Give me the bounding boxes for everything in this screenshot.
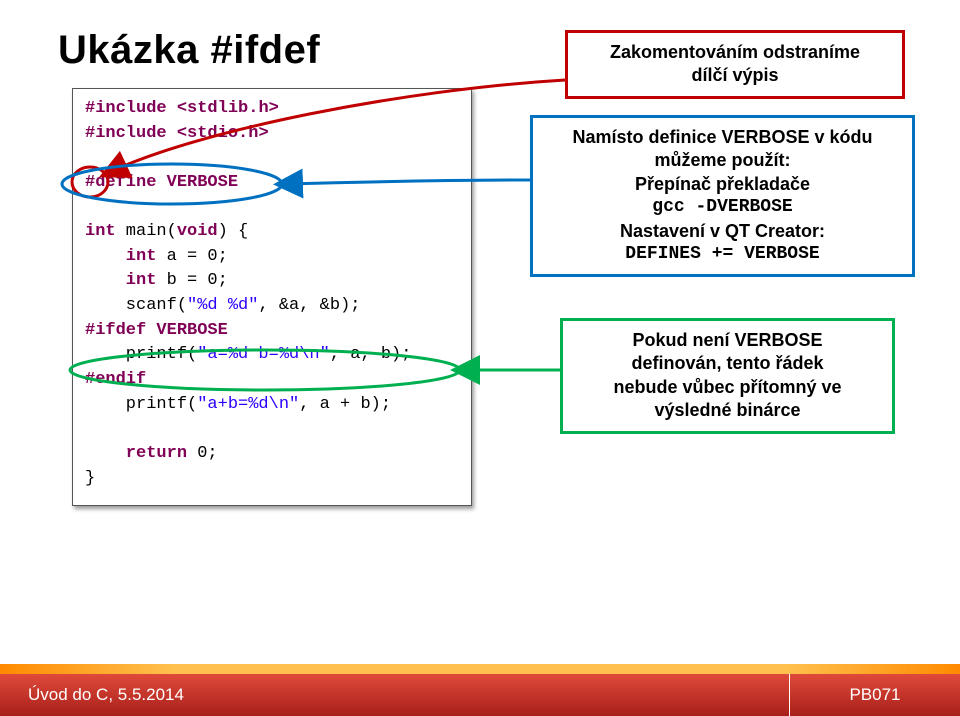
- code-token: "a=%d b=%d\n": [197, 345, 330, 364]
- code-token: ) {: [218, 222, 249, 241]
- code-token: main(: [116, 222, 177, 241]
- code-line: #ifdef VERBOSE: [85, 321, 228, 340]
- annotation-line: můžeme použít:: [547, 149, 898, 172]
- code-token: return: [85, 444, 187, 463]
- code-token: int: [85, 271, 156, 290]
- code-token: "a+b=%d\n": [197, 395, 299, 414]
- annotation-line: gcc -DVERBOSE: [547, 196, 898, 219]
- code-token: , a + b);: [299, 395, 391, 414]
- footer: Úvod do C, 5.5.2014 PB071: [0, 664, 960, 716]
- code-token: 0;: [187, 444, 218, 463]
- code-token: void: [177, 222, 218, 241]
- code-line: }: [85, 469, 95, 488]
- annotation-line: dílčí výpis: [582, 64, 888, 87]
- annotation-line: Namísto definice VERBOSE v kódu: [547, 126, 898, 149]
- code-token: , a, b);: [330, 345, 412, 364]
- annotation-line: Nastavení v QT Creator:: [547, 220, 898, 243]
- annotation-not-defined: Pokud není VERBOSE definován, tento řáde…: [560, 318, 895, 434]
- footer-right-text: PB071: [790, 674, 960, 716]
- code-block: #include <stdlib.h> #include <stdio.h> #…: [72, 88, 472, 506]
- annotation-line: nebude vůbec přítomný ve: [577, 376, 878, 399]
- code-token: , &a, &b);: [258, 296, 360, 315]
- footer-accent-bar: [0, 664, 960, 674]
- code-token: int: [85, 222, 116, 241]
- code-line: #include: [85, 99, 177, 118]
- code-token: <stdlib.h>: [177, 99, 279, 118]
- code-token: scanf(: [85, 296, 187, 315]
- code-line: #include: [85, 124, 177, 143]
- annotation-line: DEFINES += VERBOSE: [547, 243, 898, 266]
- code-token: "%d %d": [187, 296, 258, 315]
- code-token: <stdio.h>: [177, 124, 269, 143]
- annotation-line: Zakomentováním odstraníme: [582, 41, 888, 64]
- annotation-line: Přepínač překladače: [547, 173, 898, 196]
- annotation-comment-out: Zakomentováním odstraníme dílčí výpis: [565, 30, 905, 99]
- slide: Ukázka #ifdef #include <stdlib.h> #inclu…: [0, 0, 960, 716]
- code-token: b = 0;: [156, 271, 227, 290]
- footer-left-text: Úvod do C, 5.5.2014: [0, 674, 789, 716]
- code-token: a = 0;: [156, 247, 227, 266]
- annotation-line: definován, tento řádek: [577, 352, 878, 375]
- annotation-verbose-define: Namísto definice VERBOSE v kódu můžeme p…: [530, 115, 915, 277]
- annotation-line: Pokud není VERBOSE: [577, 329, 878, 352]
- code-line: #define VERBOSE: [85, 173, 238, 192]
- code-token: int: [85, 247, 156, 266]
- slide-title: Ukázka #ifdef: [58, 28, 320, 73]
- code-token: printf(: [85, 345, 197, 364]
- annotation-line: výsledné binárce: [577, 399, 878, 422]
- code-token: printf(: [85, 395, 197, 414]
- code-line: #endif: [85, 370, 146, 389]
